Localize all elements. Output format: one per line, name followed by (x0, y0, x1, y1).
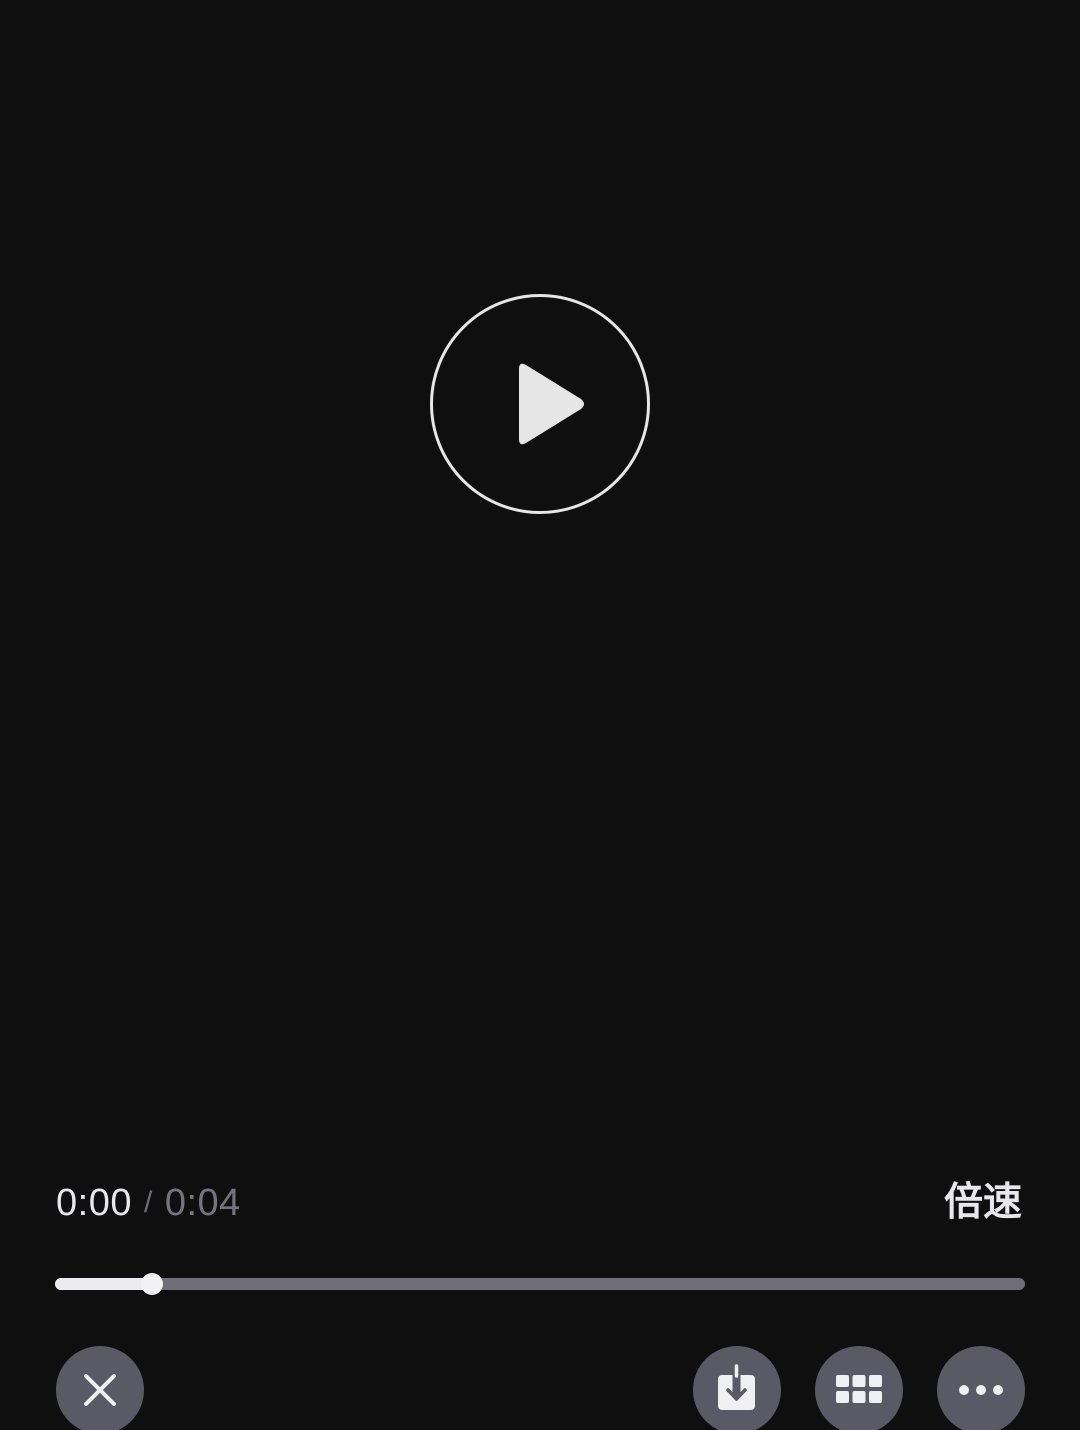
video-player-screen: 0:00 / 0:04 倍速 (0, 0, 1080, 1430)
more-icon (959, 1385, 1003, 1395)
close-icon (84, 1374, 116, 1406)
time-separator: / (143, 1186, 153, 1219)
current-time: 0:00 (56, 1181, 132, 1224)
time-display: 0:00 / 0:04 (56, 1178, 241, 1228)
progress-thumb[interactable] (141, 1273, 163, 1295)
progress-fill (55, 1278, 152, 1290)
download-button[interactable] (693, 1346, 781, 1430)
play-button[interactable] (430, 294, 650, 514)
total-duration: 0:04 (164, 1181, 241, 1224)
close-button[interactable] (56, 1346, 144, 1430)
download-icon (718, 1364, 755, 1410)
grid-icon (836, 1375, 882, 1403)
grid-button[interactable] (815, 1346, 903, 1430)
progress-bar[interactable] (55, 1273, 1025, 1295)
more-button[interactable] (937, 1346, 1025, 1430)
playback-speed-button[interactable]: 倍速 (944, 1176, 1022, 1230)
play-icon (519, 363, 584, 445)
